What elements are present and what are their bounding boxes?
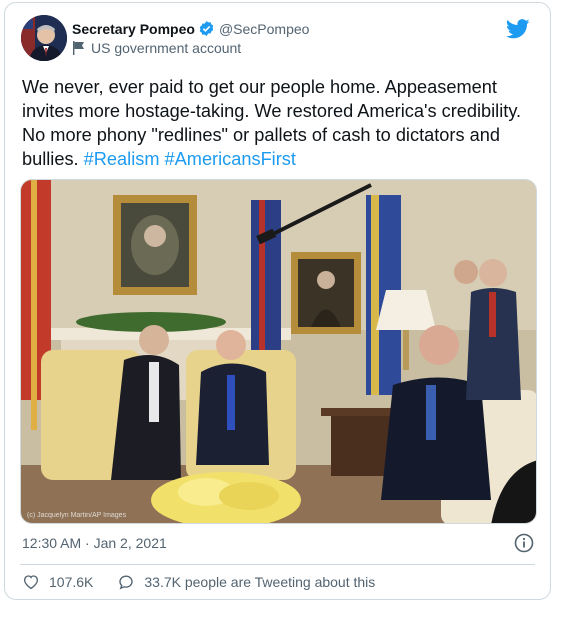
avatar-image (21, 15, 67, 61)
hashtag-link-realism[interactable]: #Realism (84, 149, 160, 169)
flag-icon (73, 41, 84, 55)
hashtag-link-americansfirst[interactable]: #AmericansFirst (165, 149, 296, 169)
tweet-timestamp[interactable]: 12:30 AM · Jan 2, 2021 (22, 535, 167, 551)
tweet-text: We never, ever paid to get our people ho… (22, 75, 522, 171)
photo-credit: (c) Jacquelyn Martin/AP Images (27, 512, 127, 519)
speech-bubble-icon (119, 575, 134, 590)
author-name[interactable]: Secretary Pompeo (72, 21, 195, 37)
twitter-bird-icon[interactable] (506, 19, 530, 39)
conversation-link[interactable]: 33.7K people are Tweeting about this (117, 573, 375, 591)
oval-office-photo (21, 180, 536, 523)
author-handle[interactable]: @SecPompeo (219, 21, 309, 37)
divider (20, 564, 535, 565)
account-label-row: US government account (72, 40, 241, 56)
verified-badge-icon (199, 21, 214, 36)
heart-icon (23, 575, 39, 590)
conversation-text: 33.7K people are Tweeting about this (144, 574, 376, 590)
like-button[interactable]: 107.6K (22, 573, 93, 591)
author-row: Secretary Pompeo @SecPompeo (72, 20, 309, 37)
tweet-card: Secretary Pompeo @SecPompeo US governmen… (4, 2, 551, 600)
tweet-actions: 107.6K 33.7K people are Tweeting about t… (22, 573, 375, 591)
tweet-photo[interactable]: (c) Jacquelyn Martin/AP Images (20, 179, 537, 524)
government-account-label[interactable]: US government account (91, 40, 241, 56)
avatar[interactable] (21, 15, 67, 61)
info-icon[interactable] (514, 533, 534, 553)
like-count: 107.6K (49, 574, 94, 590)
